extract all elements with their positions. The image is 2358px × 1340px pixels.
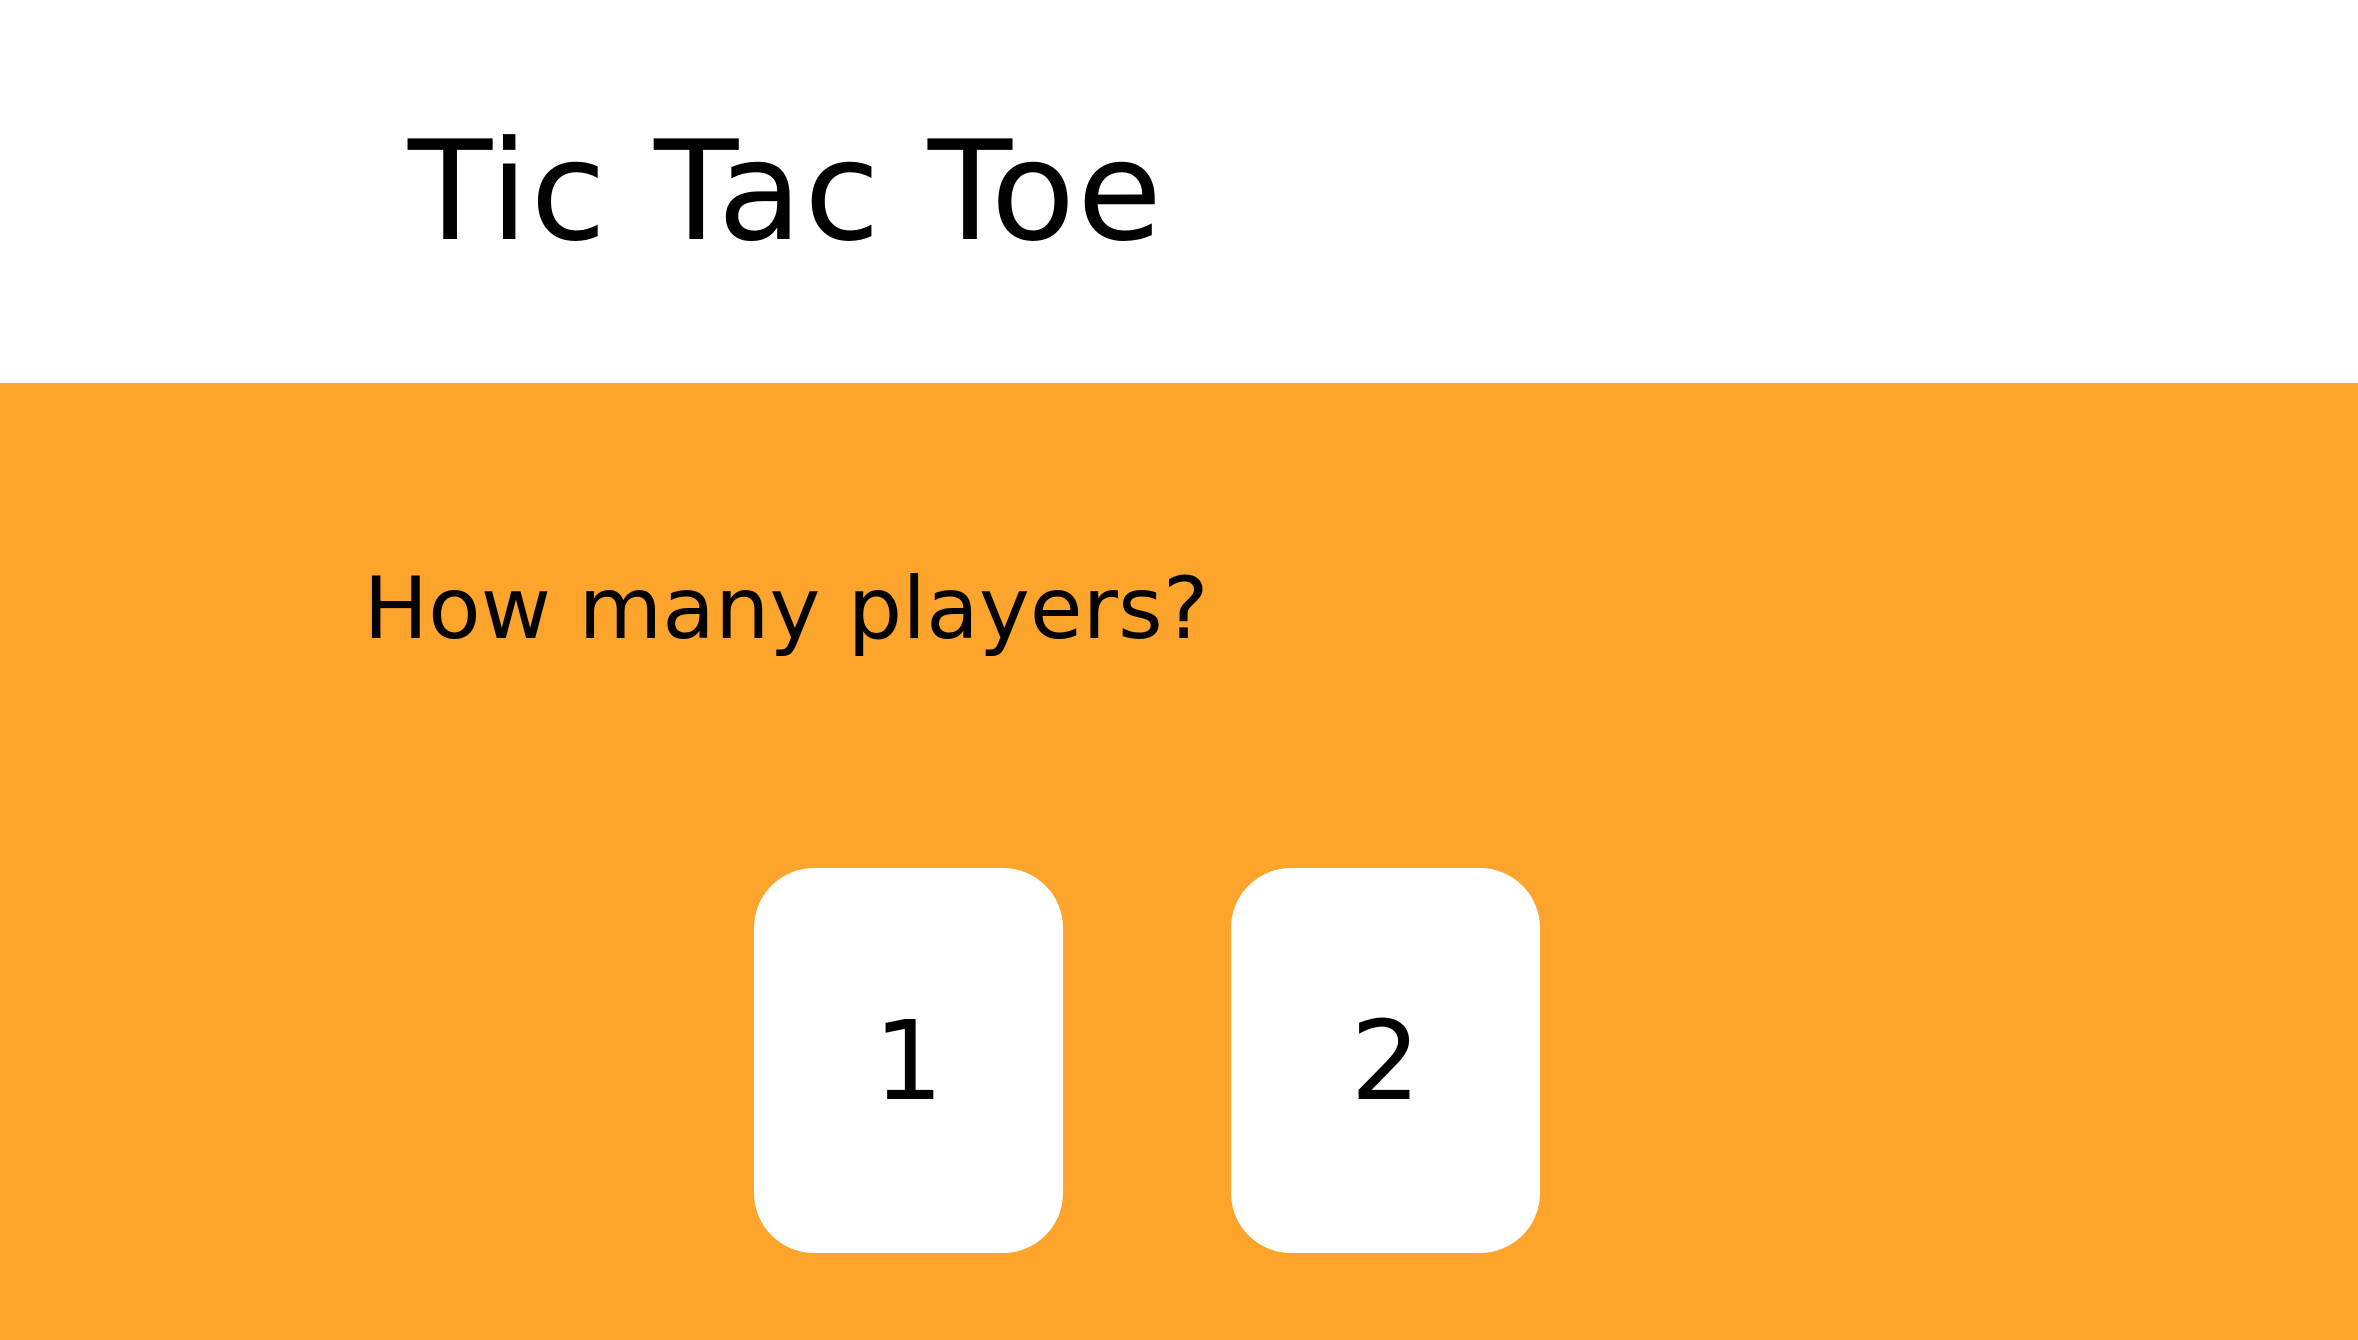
player-count-question: How many players? [363, 559, 1209, 659]
two-player-button[interactable]: 2 [1231, 868, 1540, 1253]
page-title: Tic Tac Toe [407, 111, 1165, 272]
header: Tic Tac Toe [0, 0, 2358, 383]
player-select-panel: How many players? 1 2 [0, 383, 2358, 1340]
one-player-button[interactable]: 1 [754, 868, 1063, 1253]
